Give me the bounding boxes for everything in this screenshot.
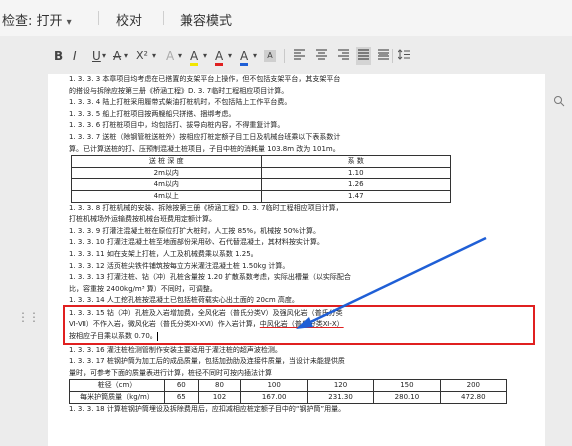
blue-arrow-annotation: [296, 236, 487, 329]
